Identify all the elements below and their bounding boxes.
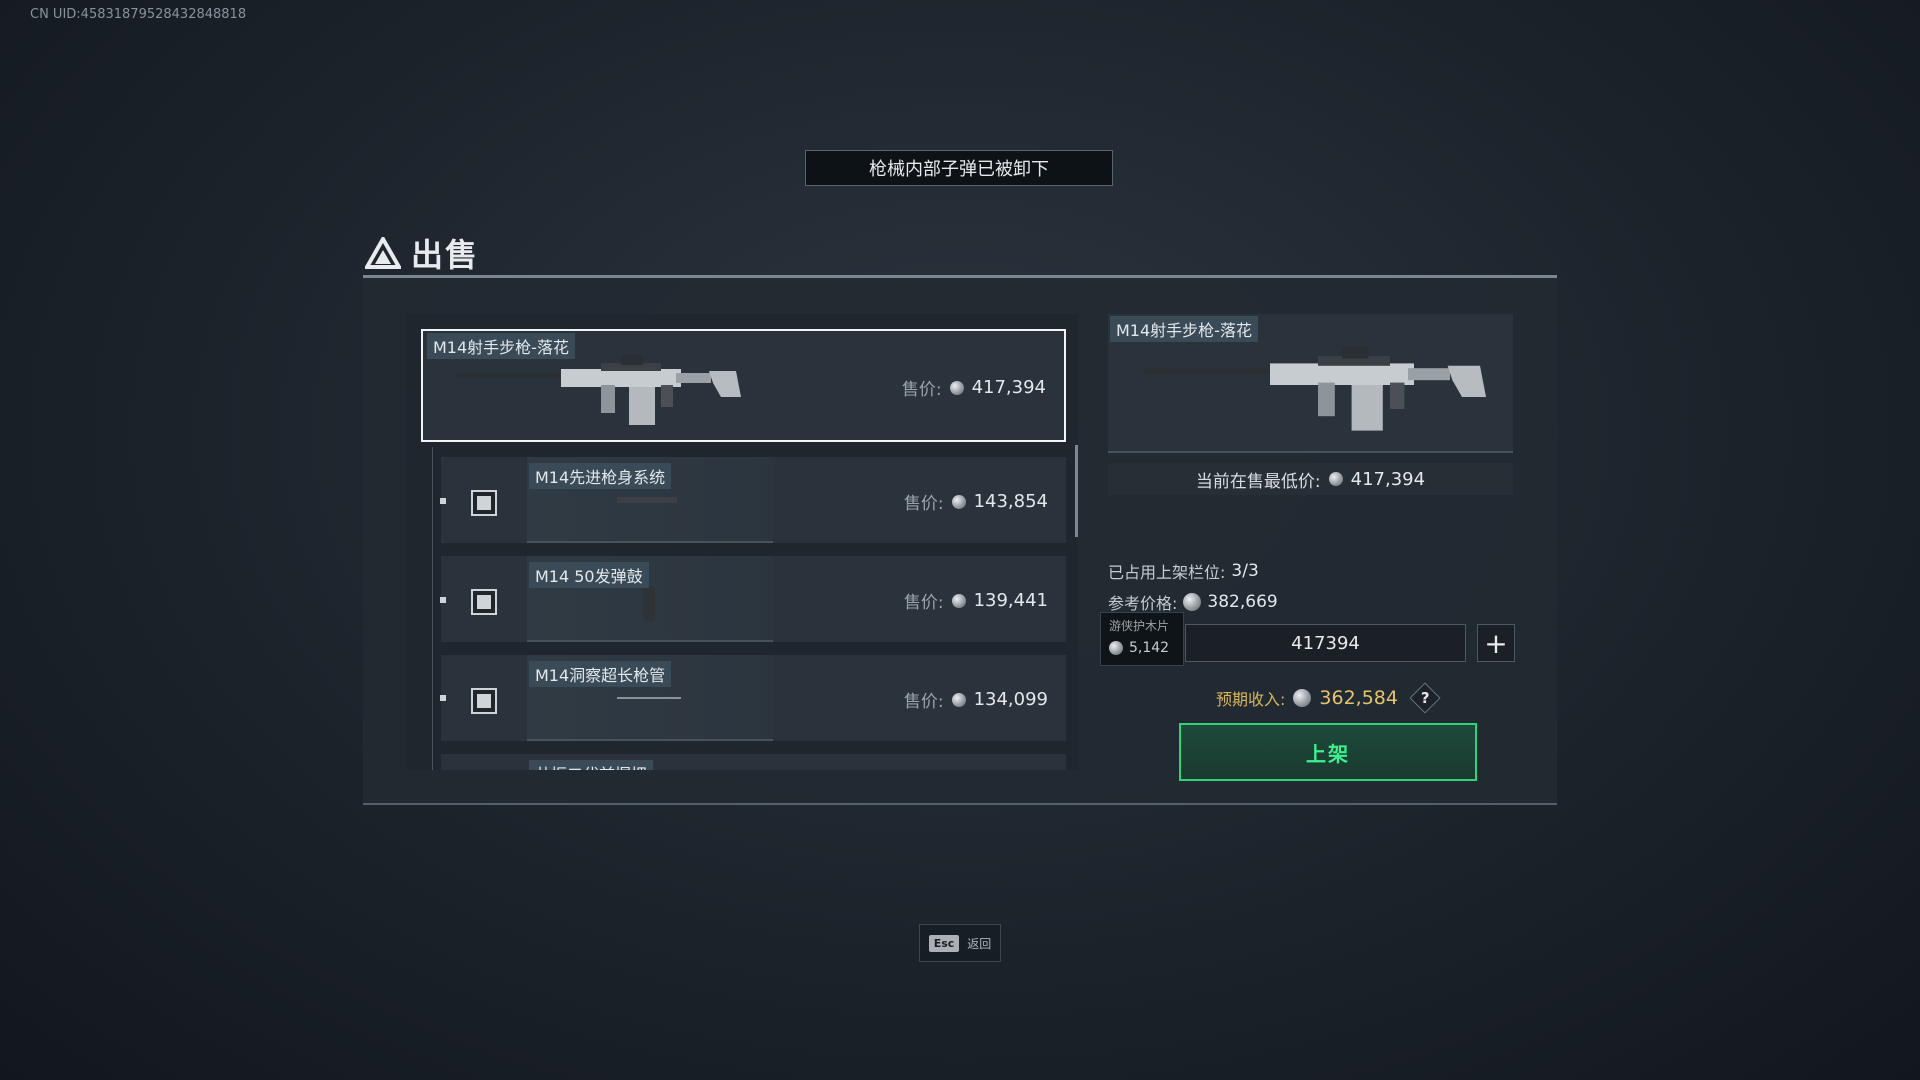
item-checkbox[interactable] — [471, 490, 497, 516]
plus-icon: + — [1484, 626, 1508, 660]
main-item-price: 售价: 417,394 — [902, 375, 1046, 400]
page-title: 出售 — [411, 236, 480, 274]
item-name: M14洞察超长枪管 — [529, 661, 672, 687]
coin-icon — [1293, 689, 1312, 707]
back-label: 返回 — [967, 936, 992, 951]
price-input[interactable] — [1185, 624, 1466, 662]
reference-price-row: 参考价格: 382,669 — [1108, 590, 1278, 614]
coin-icon — [951, 593, 966, 608]
price-value: 134,099 — [973, 689, 1048, 710]
price-value: 139,441 — [973, 590, 1048, 611]
price-label: 售价: — [903, 692, 944, 712]
back-button[interactable]: Esc 返回 — [919, 924, 1001, 962]
list-item[interactable]: 共振二代前握把 — [441, 754, 1066, 770]
esc-key-icon: Esc — [928, 934, 960, 952]
tree-node — [440, 695, 446, 701]
list-item[interactable]: M14先进枪身系统 售价: 143,854 — [441, 457, 1066, 543]
item-name: M14 50发弹鼓 — [529, 562, 649, 588]
main-weapon-item[interactable]: M14射手步枪-落花 售价: 417,394 — [421, 329, 1066, 442]
list-item[interactable]: M14洞察超长枪管 售价: 134,099 — [441, 655, 1066, 741]
item-name: M14先进枪身系统 — [529, 463, 672, 489]
tree-connector — [432, 447, 433, 770]
expected-income-value: 362,584 — [1319, 687, 1398, 709]
page-header: 出售 — [365, 230, 479, 276]
item-price: 售价: 139,441 — [904, 588, 1048, 613]
increase-price-button[interactable]: + — [1477, 624, 1515, 662]
uid-label: CN UID:4583187952843284881​8 — [30, 7, 247, 22]
price-label: 售价: — [901, 380, 942, 400]
price-label: 售价: — [903, 494, 944, 514]
coin-icon — [1328, 472, 1343, 486]
help-icon[interactable]: ? — [1409, 682, 1441, 714]
item-price: 售价: 134,099 — [904, 687, 1048, 712]
coin-icon — [951, 692, 966, 707]
list-scrollbar[interactable] — [1075, 445, 1078, 537]
price-value: 143,854 — [973, 491, 1048, 512]
reference-price-label: 参考价格: — [1108, 594, 1178, 613]
expected-income-label: 预期收入: — [1216, 690, 1286, 709]
sell-triangle-icon — [365, 237, 401, 269]
item-price: 售价: 143,854 — [904, 489, 1048, 514]
reference-price-value: 382,669 — [1207, 592, 1278, 612]
question-mark: ? — [1420, 688, 1430, 707]
price-label: 售价: — [903, 593, 944, 613]
tree-node — [440, 597, 446, 603]
coin-icon — [949, 380, 964, 395]
list-item[interactable]: M14 50发弹鼓 售价: 139,441 — [441, 556, 1066, 642]
item-checkbox[interactable] — [471, 589, 497, 615]
expected-income-row: 预期收入: 362,584 ? — [1216, 682, 1441, 714]
item-checkbox[interactable] — [471, 688, 497, 714]
item-name: 共振二代前握把 — [529, 760, 654, 770]
slots-row: 已占用上架栏位: 3/3 — [1108, 559, 1259, 583]
toast-notification: 枪械内部子弹已被卸下 — [805, 150, 1113, 186]
coin-icon — [1183, 593, 1202, 611]
rifle-image — [1144, 346, 1486, 431]
tree-node — [440, 498, 446, 504]
tooltip: 游侠护木片 5,142 — [1100, 612, 1184, 666]
coin-icon — [1109, 641, 1123, 655]
detail-card: M14射手步枪-落花 — [1108, 314, 1513, 453]
slots-value: 3/3 — [1231, 561, 1259, 581]
lowest-price-label: 当前在售最低价: — [1195, 471, 1321, 492]
tooltip-title: 游侠护木片 — [1109, 619, 1170, 633]
lowest-price-row: 当前在售最低价: 417,394 — [1108, 463, 1513, 495]
tooltip-value: 5,142 — [1129, 640, 1170, 656]
lowest-price-value: 417,394 — [1350, 468, 1426, 490]
rifle-image — [456, 355, 741, 425]
price-value: 417,394 — [971, 377, 1046, 398]
list-for-sale-button[interactable]: 上架 — [1179, 723, 1477, 781]
coin-icon — [951, 494, 966, 509]
slots-label: 已占用上架栏位: — [1108, 563, 1226, 582]
